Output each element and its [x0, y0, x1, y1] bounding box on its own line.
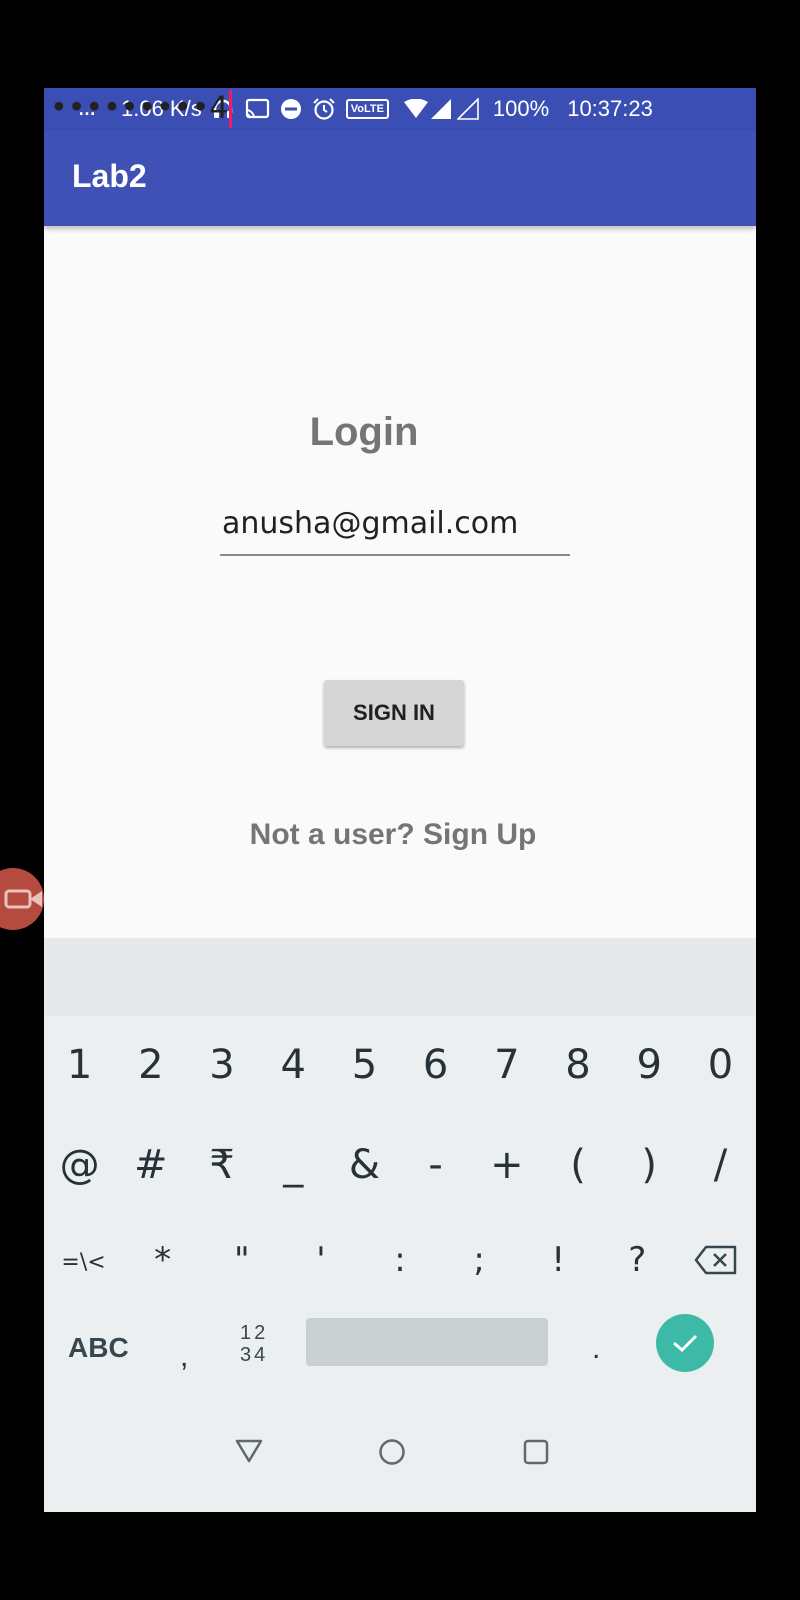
key[interactable]: *: [123, 1240, 202, 1280]
key[interactable]: ₹: [186, 1142, 257, 1188]
key[interactable]: -: [400, 1142, 471, 1188]
app-bar: Lab2: [44, 130, 756, 226]
navigation-bar: [44, 1408, 756, 1512]
recents-icon[interactable]: [522, 1438, 550, 1471]
password-value: •••••••••4: [50, 90, 233, 128]
app-screen: … 1.06 K/s VoLTE 100% 10:37:23 Lab2 Logi…: [44, 88, 756, 1512]
period-key[interactable]: .: [592, 1332, 600, 1366]
key[interactable]: 5: [329, 1042, 400, 1088]
key[interactable]: 4: [258, 1042, 329, 1088]
home-icon[interactable]: [378, 1438, 406, 1471]
keyboard-row-digits: 1 2 3 4 5 6 7 8 9 0: [44, 1042, 756, 1088]
clock: 10:37:23: [567, 96, 653, 121]
keyboard-row-symbols: @ # ₹ _ & - + ( ) /: [44, 1142, 756, 1188]
comma-key[interactable]: ,: [180, 1340, 188, 1374]
space-bar[interactable]: [306, 1318, 548, 1366]
key[interactable]: ?: [598, 1240, 677, 1280]
email-value: anusha@gmail.com: [222, 506, 519, 541]
done-key[interactable]: [656, 1314, 714, 1372]
backspace-icon[interactable]: [677, 1240, 756, 1280]
key[interactable]: (: [542, 1142, 613, 1188]
key[interactable]: +: [471, 1142, 542, 1188]
key[interactable]: ": [202, 1240, 281, 1280]
keyboard-row-punctuation: =\< * " ' : ; ! ?: [44, 1240, 756, 1280]
key[interactable]: /: [685, 1142, 756, 1188]
checkmark-icon: [673, 1334, 698, 1353]
sign-in-button[interactable]: SIGN IN: [324, 680, 464, 746]
login-heading: Login: [309, 410, 419, 454]
signal-empty-icon: [456, 98, 479, 120]
key[interactable]: ': [281, 1240, 360, 1280]
battery-percent: 100%: [492, 96, 550, 121]
keyboard-suggestion-strip: [44, 938, 756, 1016]
key[interactable]: #: [115, 1142, 186, 1188]
alarm-icon: [312, 97, 336, 121]
key[interactable]: 9: [614, 1042, 685, 1088]
back-icon[interactable]: [234, 1438, 264, 1469]
key[interactable]: @: [44, 1142, 115, 1188]
key[interactable]: _: [258, 1142, 329, 1188]
do-not-disturb-icon: [280, 98, 302, 120]
key[interactable]: 8: [542, 1042, 613, 1088]
screen-recorder-bubble[interactable]: [0, 868, 44, 930]
wifi-icon: [403, 99, 429, 119]
cast-icon: [244, 98, 270, 120]
numpad-key[interactable]: 12 34: [240, 1322, 268, 1366]
sign-up-link[interactable]: Not a user? Sign Up: [44, 818, 742, 852]
key[interactable]: :: [360, 1240, 439, 1280]
numpad-key-top: 12: [240, 1322, 269, 1344]
key[interactable]: ;: [440, 1240, 519, 1280]
more-symbols-key[interactable]: =\<: [44, 1240, 123, 1280]
text-cursor: [229, 90, 233, 128]
volte-badge: VoLTE: [345, 99, 389, 119]
key[interactable]: ): [614, 1142, 685, 1188]
key[interactable]: 2: [115, 1042, 186, 1088]
key[interactable]: 1: [44, 1042, 115, 1088]
key[interactable]: &: [329, 1142, 400, 1188]
app-title: Lab2: [72, 158, 147, 194]
keyboard: 1 2 3 4 5 6 7 8 9 0 @ # ₹ _ & - + ( ) / …: [44, 1016, 756, 1408]
key[interactable]: 6: [400, 1042, 471, 1088]
abc-key[interactable]: ABC: [68, 1332, 129, 1364]
key[interactable]: 0: [685, 1042, 756, 1088]
key[interactable]: 3: [186, 1042, 257, 1088]
numpad-key-bottom: 34: [240, 1344, 269, 1366]
email-field[interactable]: anusha@gmail.com: [220, 500, 570, 556]
key[interactable]: 7: [471, 1042, 542, 1088]
video-camera-icon: [4, 889, 42, 909]
key[interactable]: !: [519, 1240, 598, 1280]
signal-icon: [430, 99, 451, 119]
